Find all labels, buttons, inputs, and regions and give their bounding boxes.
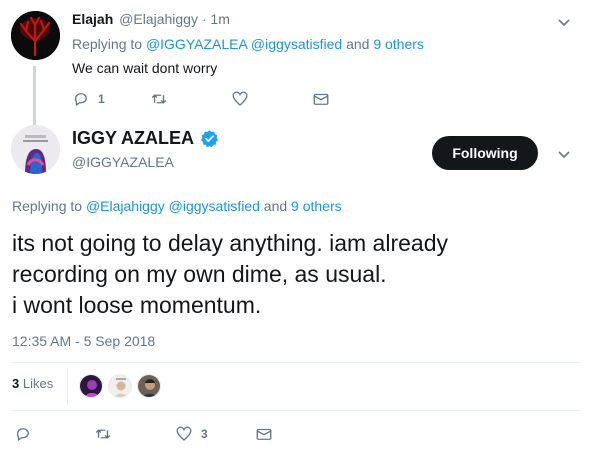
tweet-text-line: i wont loose momentum. [12, 292, 262, 318]
reply-author[interactable]: Elajah @Elajahiggy · 1m [72, 11, 230, 27]
tweet-text-line: recording on my own dime, as usual. [12, 261, 387, 287]
main-replying-to: Replying to @Elajahiggy @iggysatisfied a… [12, 198, 342, 214]
divider [67, 367, 68, 405]
reply-replying-to: Replying to @IGGYAZALEA @iggysatisfied a… [72, 36, 424, 52]
likes-stat[interactable]: 3 Likes [12, 376, 53, 391]
like-count: 3 [201, 427, 208, 441]
reply-text: We can wait dont worry [72, 60, 218, 76]
likes-label: Likes [22, 376, 54, 391]
chevron-down-icon[interactable] [556, 146, 572, 162]
dm-icon [313, 93, 329, 105]
replying-to-others[interactable]: 9 others [373, 36, 424, 52]
likes-count: 3 [12, 376, 20, 391]
replying-to-and: and [346, 36, 370, 52]
like-icon [176, 426, 192, 441]
divider [12, 362, 580, 363]
divider [12, 410, 580, 411]
chevron-down-icon[interactable] [556, 14, 572, 30]
main-tweet-text: its not going to delay anything. iam alr… [12, 228, 582, 321]
dm-button[interactable] [312, 90, 330, 108]
reply-handle[interactable]: @Elajahiggy [119, 11, 198, 27]
liker-avatar[interactable] [79, 374, 103, 398]
replying-to-users[interactable]: @Elajahiggy @iggysatisfied [86, 198, 260, 214]
retweet-button[interactable] [150, 90, 176, 108]
main-author[interactable]: IGGY AZALEA [72, 128, 219, 149]
avatar-elajah[interactable] [11, 11, 60, 60]
liker-avatar[interactable] [137, 374, 161, 398]
verified-badge-icon [201, 130, 218, 148]
retweet-icon [95, 429, 111, 439]
replying-to-users[interactable]: @IGGYAZALEA @iggysatisfied [146, 36, 342, 52]
time-separator: · [201, 11, 207, 27]
reply-button[interactable] [14, 425, 40, 443]
tweet-text-line: its not going to delay anything. iam alr… [12, 230, 448, 256]
avatar-iggy[interactable] [11, 125, 60, 174]
replying-to-label: Replying to [12, 198, 83, 214]
liker-avatar[interactable] [108, 374, 132, 398]
retweet-button[interactable] [94, 425, 120, 443]
like-button[interactable]: 3 [175, 425, 208, 443]
dm-button[interactable] [255, 425, 273, 443]
dm-icon [256, 428, 272, 440]
thread-line [33, 66, 36, 126]
reply-button[interactable]: 1 [72, 90, 105, 108]
reply-count: 1 [98, 92, 105, 106]
following-button[interactable]: Following [432, 136, 538, 170]
main-display-name[interactable]: IGGY AZALEA [72, 128, 194, 149]
replying-to-label: Replying to [72, 36, 143, 52]
reply-icon [74, 93, 87, 106]
replying-to-others[interactable]: 9 others [291, 198, 342, 214]
reply-display-name[interactable]: Elajah [72, 11, 113, 27]
tweet-timestamp[interactable]: 12:35 AM - 5 Sep 2018 [12, 333, 155, 349]
like-button[interactable] [231, 90, 257, 108]
retweet-icon [151, 94, 167, 104]
reply-time[interactable]: 1m [210, 11, 229, 27]
replying-to-and: and [263, 198, 288, 214]
like-icon [232, 91, 248, 106]
reply-icon [16, 428, 29, 441]
main-handle[interactable]: @IGGYAZALEA [72, 154, 174, 170]
